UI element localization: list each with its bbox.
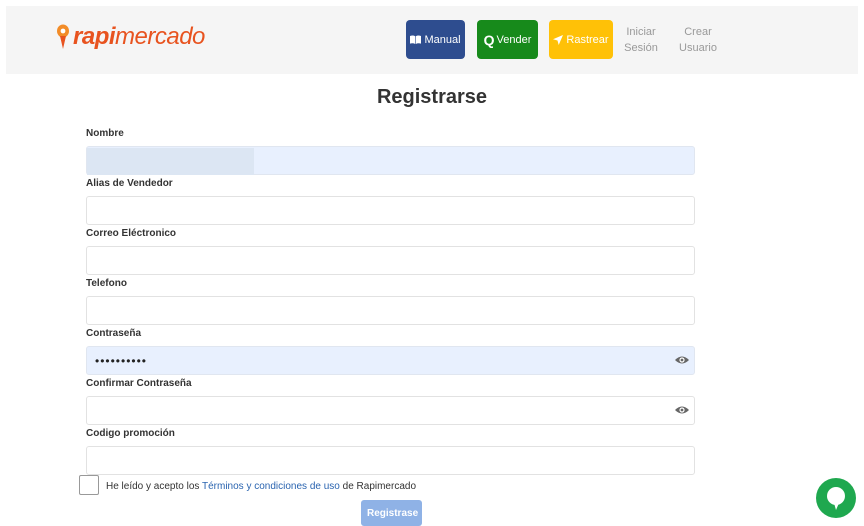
q-icon: Q (483, 31, 495, 48)
terms-suffix: de Rapimercado (339, 481, 417, 492)
chat-button[interactable] (816, 478, 856, 518)
terms-link[interactable]: Términos y condiciones de uso (202, 481, 340, 492)
rastrear-button[interactable]: Rastrear (549, 20, 613, 59)
rapimercado-logo[interactable]: rapi mercado (56, 22, 205, 52)
telefono-label: Telefono (86, 278, 127, 289)
contrasena-input[interactable] (86, 346, 695, 375)
terms-prefix: He leído y acepto los (106, 481, 202, 492)
correo-input[interactable] (86, 246, 695, 275)
nombre-label: Nombre (86, 128, 124, 139)
confirmar-label: Confirmar Contraseña (86, 378, 192, 389)
manual-button[interactable]: Manual (406, 20, 465, 59)
contrasena-label: Contraseña (86, 328, 142, 339)
logo-text-mercado: mercado (115, 23, 205, 50)
alias-vendedor-input[interactable] (86, 196, 695, 225)
logo-text-rapi: rapi (73, 23, 116, 50)
nombre-input[interactable] (86, 146, 695, 175)
terms-checkbox[interactable] (79, 475, 99, 495)
book-icon (410, 35, 422, 44)
vender-button[interactable]: Q Vender (477, 20, 538, 59)
alias-label: Alias de Vendedor (86, 178, 173, 189)
codigo-label: Codigo promoción (86, 428, 175, 439)
manual-label: Manual (424, 33, 461, 46)
page-title: Registrarse (376, 86, 488, 108)
chat-bubble-icon (827, 487, 845, 510)
confirmar-contrasena-input[interactable] (86, 396, 695, 425)
telefono-input[interactable] (86, 296, 695, 325)
vender-label: Vender (496, 33, 532, 46)
iniciar-line2: Sesión (624, 42, 658, 54)
correo-label: Correo Eléctronico (86, 228, 177, 239)
iniciar-line1: Iniciar (626, 26, 656, 38)
crear-line2: Usuario (679, 42, 717, 54)
crear-line1: Crear (684, 26, 712, 38)
logo-pin-icon (57, 24, 69, 49)
register-button[interactable]: Registrase (361, 500, 422, 526)
terms-text: He leído y acepto los Términos y condici… (106, 481, 416, 492)
crear-usuario-link[interactable]: Crear Usuario (678, 24, 718, 56)
location-arrow-icon (553, 34, 564, 45)
codigo-promocion-input[interactable] (86, 446, 695, 475)
iniciar-sesion-link[interactable]: Iniciar Sesión (624, 24, 658, 56)
eye-icon[interactable] (675, 355, 689, 365)
rastrear-label: Rastrear (566, 33, 609, 46)
eye-icon[interactable] (675, 405, 689, 415)
